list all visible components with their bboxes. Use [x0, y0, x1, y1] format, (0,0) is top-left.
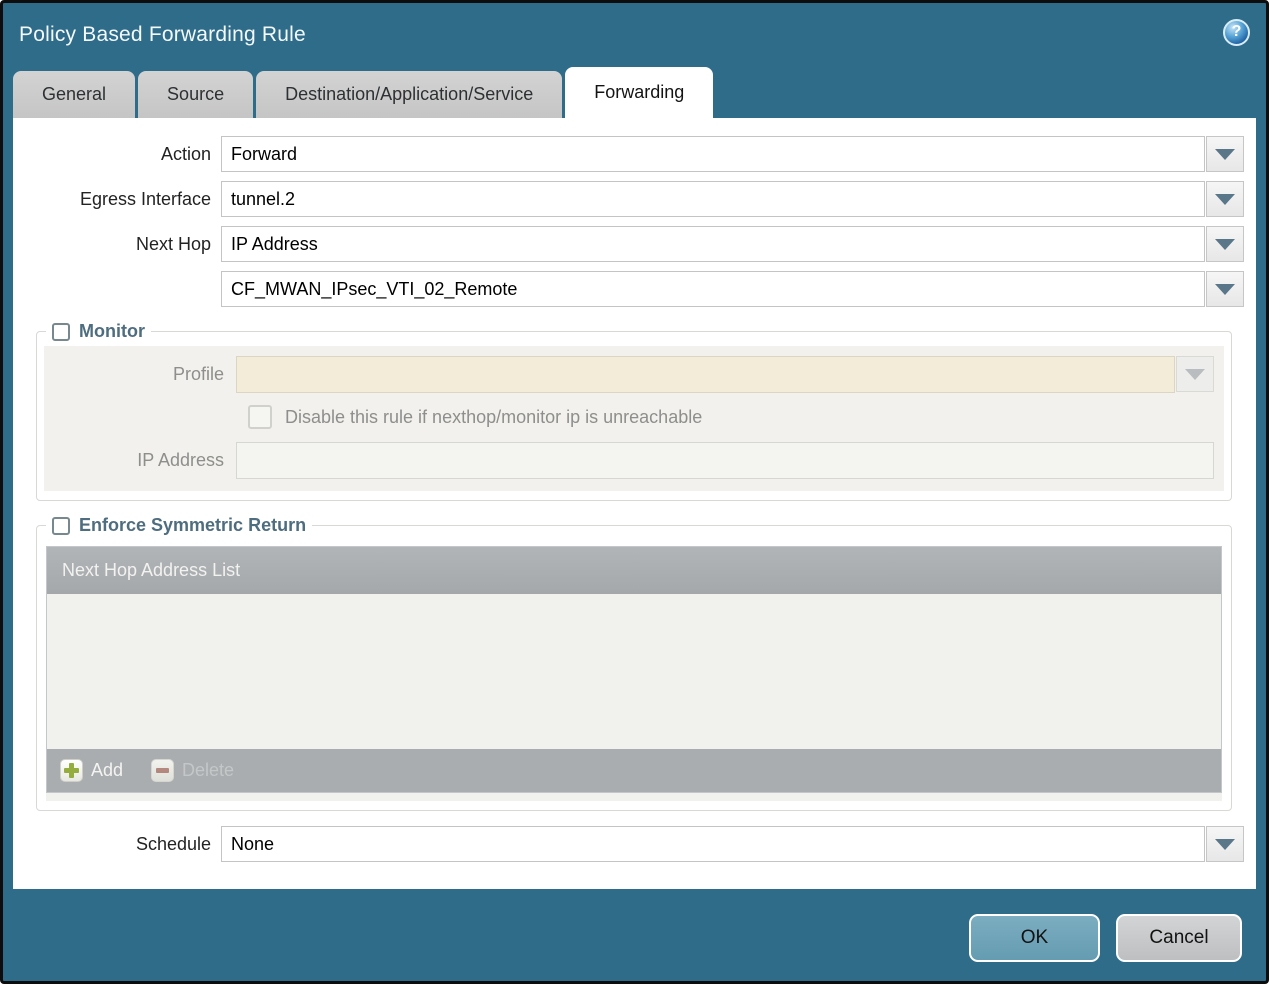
minus-icon: [151, 759, 175, 782]
enforce-symmetric-return-legend: Enforce Symmetric Return: [46, 515, 312, 536]
next-hop-address-input[interactable]: [221, 271, 1205, 307]
chevron-down-icon: [1185, 368, 1205, 380]
add-button-label: Add: [91, 760, 124, 780]
next-hop-address-list-toolbar: Add Delete: [47, 749, 1221, 792]
delete-button[interactable]: Delete: [151, 759, 234, 782]
enforce-symmetric-return-section: Enforce Symmetric Return Next Hop Addres…: [36, 515, 1232, 811]
action-label: Action: [160, 143, 211, 164]
monitor-legend: Monitor: [46, 321, 151, 342]
enforce-symmetric-return-checkbox[interactable]: [52, 516, 70, 535]
schedule-label: Schedule: [135, 833, 211, 854]
chevron-down-icon: [1215, 148, 1235, 160]
disable-rule-checkbox: [248, 405, 272, 429]
action-dropdown-button[interactable]: [1206, 136, 1244, 172]
tab-forwarding[interactable]: Forwarding: [565, 67, 714, 118]
next-hop-address-list-body[interactable]: [47, 594, 1221, 749]
cancel-button[interactable]: Cancel: [1116, 914, 1242, 962]
tab-destination-application-service[interactable]: Destination/Application/Service: [256, 71, 563, 118]
chevron-down-icon: [1215, 193, 1235, 205]
chevron-down-icon: [1215, 238, 1235, 250]
egress-interface-dropdown-button[interactable]: [1206, 181, 1244, 217]
tab-general[interactable]: General: [13, 71, 136, 118]
monitor-section: Monitor Profile Disable this rule if nex…: [36, 321, 1232, 501]
chevron-down-icon: [1215, 283, 1235, 295]
next-hop-type-dropdown-button[interactable]: [1206, 226, 1244, 262]
profile-input: [236, 356, 1175, 393]
egress-interface-row: Egress Interface: [13, 181, 1244, 217]
next-hop-address-list-table: Next Hop Address List Add Delete: [46, 546, 1222, 793]
table-bottom-strip: [46, 793, 1222, 801]
enforce-symmetric-return-legend-label: Enforce Symmetric Return: [79, 515, 307, 535]
next-hop-row: Next Hop: [13, 226, 1244, 262]
monitor-ip-address-row: IP Address: [54, 442, 1214, 479]
egress-interface-input[interactable]: [221, 181, 1205, 217]
dialog-title: Policy Based Forwarding Rule: [19, 23, 306, 46]
add-button[interactable]: Add: [60, 759, 123, 782]
profile-label: Profile: [172, 364, 224, 384]
schedule-input[interactable]: [221, 826, 1205, 862]
next-hop-address-row: [13, 271, 1244, 307]
dialog-titlebar: Policy Based Forwarding Rule ?: [3, 3, 1266, 67]
help-icon[interactable]: ?: [1223, 18, 1250, 46]
next-hop-address-dropdown-button[interactable]: [1206, 271, 1244, 307]
monitor-ip-address-label: IP Address: [137, 450, 224, 470]
tab-source[interactable]: Source: [138, 71, 254, 118]
next-hop-label: Next Hop: [135, 233, 211, 254]
forwarding-tab-panel: Action Egress Interface Next Hop: [13, 118, 1256, 889]
profile-row: Profile: [54, 356, 1214, 393]
egress-interface-label: Egress Interface: [79, 188, 211, 209]
next-hop-type-input[interactable]: [221, 226, 1205, 262]
delete-button-label: Delete: [182, 760, 235, 780]
chevron-down-icon: [1215, 838, 1235, 850]
monitor-checkbox[interactable]: [52, 322, 70, 341]
action-row: Action: [13, 136, 1244, 172]
profile-dropdown-button: [1176, 356, 1214, 392]
monitor-panel: Profile Disable this rule if nexthop/mon…: [44, 346, 1224, 491]
plus-icon: [60, 759, 83, 782]
ok-button[interactable]: OK: [969, 914, 1100, 962]
dialog-button-bar: OK Cancel: [3, 889, 1266, 962]
disable-rule-label: Disable this rule if nexthop/monitor ip …: [285, 406, 703, 427]
action-input[interactable]: [221, 136, 1205, 172]
monitor-legend-label: Monitor: [79, 321, 145, 341]
schedule-dropdown-button[interactable]: [1206, 826, 1244, 862]
monitor-ip-address-input: [236, 442, 1214, 479]
disable-rule-row: Disable this rule if nexthop/monitor ip …: [248, 405, 1214, 429]
policy-based-forwarding-dialog: Policy Based Forwarding Rule ? General S…: [0, 0, 1269, 984]
next-hop-address-list-header[interactable]: Next Hop Address List: [47, 547, 1221, 594]
tab-bar: General Source Destination/Application/S…: [3, 67, 1266, 118]
schedule-row: Schedule: [13, 826, 1244, 862]
